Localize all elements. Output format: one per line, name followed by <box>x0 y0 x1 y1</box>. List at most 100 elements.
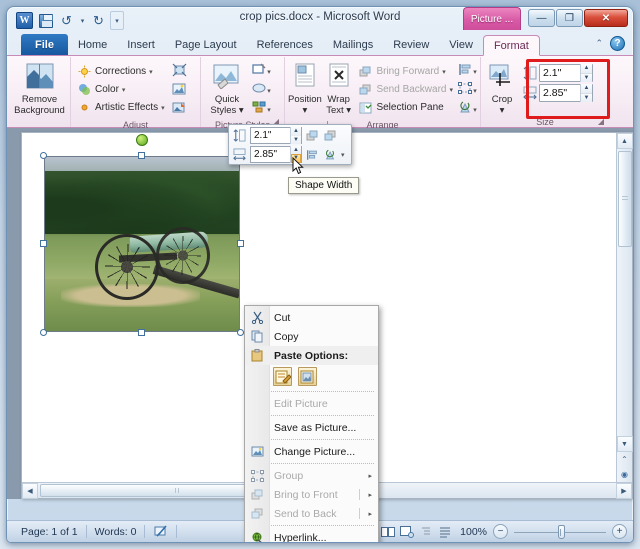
chevron-down-icon[interactable]: ▾ <box>341 151 345 159</box>
send-backward-icon[interactable] <box>323 128 338 143</box>
scroll-up-button[interactable]: ▲ <box>616 133 633 149</box>
rotation-handle[interactable] <box>136 134 148 146</box>
mini-shape-height-spin-down[interactable]: ▼ <box>291 135 301 144</box>
rotate-button[interactable]: ▾ <box>458 101 477 119</box>
scroll-left-button[interactable]: ◀ <box>22 482 38 499</box>
tab-file[interactable]: File <box>21 34 68 55</box>
vertical-scroll-thumb[interactable] <box>617 151 632 247</box>
shape-height-spinbox[interactable]: ▲ ▼ <box>539 64 593 82</box>
help-icon[interactable]: ? <box>610 36 625 51</box>
mini-shape-height-spin-up[interactable]: ▲ <box>291 127 301 136</box>
bring-forward-icon[interactable] <box>305 128 320 143</box>
maximize-button[interactable]: ❐ <box>556 9 583 27</box>
selection-pane-button[interactable]: Selection Pane <box>355 99 456 116</box>
shape-height-input[interactable] <box>540 67 580 79</box>
tab-page-layout[interactable]: Page Layout <box>165 34 247 55</box>
customize-qat-button[interactable]: ▾ <box>110 11 124 30</box>
tab-home[interactable]: Home <box>68 34 117 55</box>
zoom-level-label[interactable]: 100% <box>454 526 493 538</box>
mini-shape-height-spinbox[interactable]: ▲ ▼ <box>250 127 302 144</box>
scroll-down-button[interactable]: ▼ <box>616 436 633 452</box>
tab-format[interactable]: Format <box>482 35 540 56</box>
context-menu-item-change-picture[interactable]: Change Picture... <box>245 442 378 461</box>
resize-handle-bottom-left[interactable] <box>40 329 47 336</box>
scroll-right-button[interactable]: ▶ <box>616 482 632 499</box>
status-page-indicator[interactable]: Page: 1 of 1 <box>13 524 86 540</box>
tab-view[interactable]: View <box>439 34 483 55</box>
mini-shape-width-spin-up[interactable]: ▲ <box>291 146 301 154</box>
view-draft-button[interactable] <box>436 524 453 539</box>
artistic-effects-button[interactable]: Artistic Effects ▾ <box>74 99 168 116</box>
tab-mailings[interactable]: Mailings <box>323 34 383 55</box>
tab-insert[interactable]: Insert <box>117 34 165 55</box>
mini-shape-width-spin-down[interactable]: ▼ <box>291 153 301 163</box>
group-button[interactable]: ▾ <box>458 82 477 100</box>
resize-handle-middle-right[interactable] <box>237 240 244 247</box>
resize-handle-top-left[interactable] <box>40 152 47 159</box>
resize-handle-bottom-right[interactable] <box>237 329 244 336</box>
tab-review[interactable]: Review <box>383 34 439 55</box>
paste-keep-source-formatting-icon[interactable] <box>273 367 292 386</box>
word-application-window: W ↺ ▾ ↻ ▾ crop pics.docx - Microsoft Wor… <box>6 6 634 543</box>
bring-forward-button[interactable]: Bring Forward ▾ <box>355 63 456 80</box>
select-browse-object-button[interactable]: ◉ <box>617 467 632 481</box>
zoom-slider-thumb[interactable] <box>558 524 565 539</box>
position-button[interactable]: Position ▾ <box>288 61 322 116</box>
align-icon[interactable] <box>305 147 320 162</box>
shape-width-input[interactable] <box>540 87 580 99</box>
redo-button[interactable]: ↻ <box>89 11 108 30</box>
shape-height-spin-up[interactable]: ▲ <box>581 64 592 74</box>
picture-effects-button[interactable]: ▾ <box>252 82 271 100</box>
mini-shape-width-spinbox[interactable]: ▲ ▼ <box>250 146 302 163</box>
align-button[interactable]: ▾ <box>458 63 477 81</box>
shape-height-spin-down[interactable]: ▼ <box>581 73 592 82</box>
size-dialog-launcher[interactable]: ◢ <box>596 116 606 126</box>
picture-cannon[interactable] <box>44 156 240 332</box>
shape-width-spin-down[interactable]: ▼ <box>581 93 592 102</box>
crop-button[interactable]: Crop ▾ <box>484 61 520 116</box>
reset-picture-button[interactable] <box>170 101 189 119</box>
shape-width-spinbox[interactable]: ▲ ▼ <box>539 84 593 102</box>
send-backward-button[interactable]: Send Backward ▾ <box>355 81 456 98</box>
zoom-in-button[interactable]: + <box>612 524 627 539</box>
view-full-screen-reading-button[interactable] <box>379 524 396 539</box>
previous-page-button[interactable]: ⌃ <box>617 452 632 466</box>
wrap-text-button[interactable]: Wrap Text ▾ <box>324 61 354 116</box>
close-button[interactable]: ✕ <box>584 9 628 27</box>
save-button[interactable] <box>36 11 55 30</box>
zoom-slider[interactable] <box>514 524 606 539</box>
resize-handle-bottom-center[interactable] <box>138 329 145 336</box>
view-web-layout-button[interactable] <box>398 524 415 539</box>
mini-shape-width-input[interactable] <box>251 149 290 160</box>
zoom-out-button[interactable]: − <box>493 524 508 539</box>
context-menu-item-copy[interactable]: Copy <box>245 327 378 346</box>
status-word-count[interactable]: Words: 0 <box>87 524 145 540</box>
quick-styles-button[interactable]: Quick Styles ▾ <box>204 61 250 116</box>
tab-references[interactable]: References <box>247 34 323 55</box>
selected-picture-frame[interactable] <box>40 134 244 336</box>
minimize-button[interactable]: — <box>528 9 555 27</box>
picture-border-button[interactable]: ▾ <box>252 63 271 81</box>
view-outline-button[interactable] <box>417 524 434 539</box>
minimize-ribbon-icon[interactable]: ⌃ <box>595 38 603 49</box>
change-picture-button[interactable] <box>170 82 189 100</box>
undo-button[interactable]: ↺ <box>57 11 76 30</box>
rotate-icon[interactable] <box>323 147 338 162</box>
color-button[interactable]: Color ▾ <box>74 81 168 98</box>
word-app-icon[interactable]: W <box>15 11 34 30</box>
corrections-button[interactable]: Corrections ▾ <box>74 63 168 80</box>
undo-dropdown-button[interactable]: ▾ <box>78 11 87 30</box>
shape-width-spin-up[interactable]: ▲ <box>581 84 592 94</box>
context-menu-item-hyperlink[interactable]: Hyperlink... <box>245 528 378 542</box>
context-menu-item-cut[interactable]: Cut <box>245 308 378 327</box>
remove-background-button[interactable]: Remove Background <box>12 61 67 116</box>
compress-pictures-button[interactable] <box>170 63 189 81</box>
paste-picture-icon[interactable] <box>298 367 317 386</box>
context-menu-item-save-as-picture[interactable]: Save as Picture... <box>245 418 378 437</box>
resize-handle-middle-left[interactable] <box>40 240 47 247</box>
vertical-scrollbar[interactable]: ▲ ▼ ⌃ ◉ ⌄ <box>616 133 633 498</box>
mini-shape-height-input[interactable] <box>251 130 290 141</box>
resize-handle-top-center[interactable] <box>138 152 145 159</box>
picture-layout-button[interactable]: ▾ <box>252 101 271 119</box>
status-proofing-button[interactable] <box>145 524 176 540</box>
